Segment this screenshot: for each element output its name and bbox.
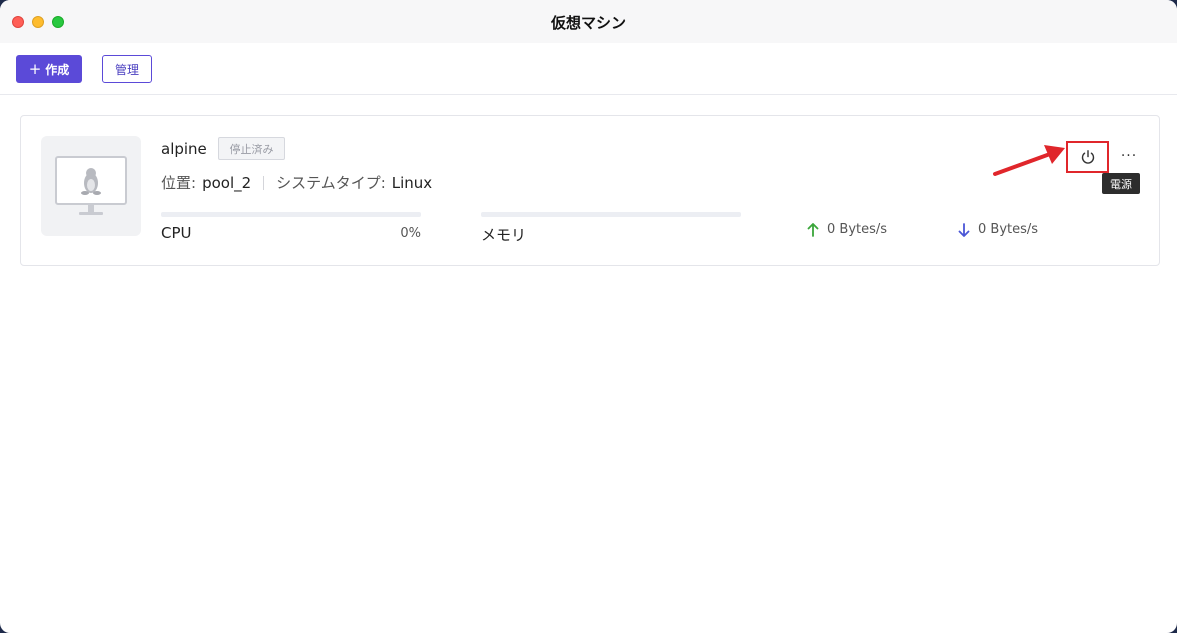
vm-thumbnail xyxy=(41,136,141,236)
plus-icon: + xyxy=(28,59,42,78)
location-value: pool_2 xyxy=(202,173,252,192)
system-type-value: Linux xyxy=(391,173,433,192)
cpu-usage-bar xyxy=(161,212,421,217)
arrow-down-icon xyxy=(958,222,970,237)
status-badge: 停止済み xyxy=(218,137,285,160)
app-window: 仮想マシン + 作成 管理 alpine 停止済み 位置: pool_2 システ… xyxy=(0,0,1177,633)
vm-name[interactable]: alpine xyxy=(161,140,207,158)
linux-monitor-icon xyxy=(55,156,127,215)
manage-button[interactable]: 管理 xyxy=(102,55,152,83)
vm-card[interactable]: alpine 停止済み 位置: pool_2 システムタイプ: Linux CP… xyxy=(20,115,1160,266)
cpu-label: CPU xyxy=(161,224,192,242)
power-icon xyxy=(1081,150,1094,164)
create-button[interactable]: + 作成 xyxy=(16,55,82,83)
window-title: 仮想マシン xyxy=(550,14,626,32)
upload-rate: 0 Bytes/s xyxy=(807,222,887,237)
download-rate-value: 0 Bytes/s xyxy=(978,222,1039,237)
arrow-up-icon xyxy=(807,222,819,237)
location-label: 位置: xyxy=(161,174,197,192)
vm-info-line: 位置: pool_2 システムタイプ: Linux xyxy=(161,172,432,193)
system-type-label: システムタイプ: xyxy=(276,174,386,192)
power-tooltip: 電源 xyxy=(1102,173,1140,194)
create-button-label: 作成 xyxy=(45,62,70,77)
info-divider xyxy=(263,175,265,190)
power-button[interactable] xyxy=(1066,141,1109,173)
toolbar: + 作成 管理 xyxy=(0,43,1177,95)
annotation-arrow-icon xyxy=(993,145,1065,176)
memory-label: メモリ xyxy=(481,226,527,244)
more-icon[interactable]: ··· xyxy=(1119,144,1139,168)
title-bar: 仮想マシン xyxy=(0,0,1177,43)
cpu-percent: 0% xyxy=(400,226,421,241)
upload-rate-value: 0 Bytes/s xyxy=(827,222,888,237)
download-rate: 0 Bytes/s xyxy=(958,222,1038,237)
memory-usage-bar xyxy=(481,212,741,217)
